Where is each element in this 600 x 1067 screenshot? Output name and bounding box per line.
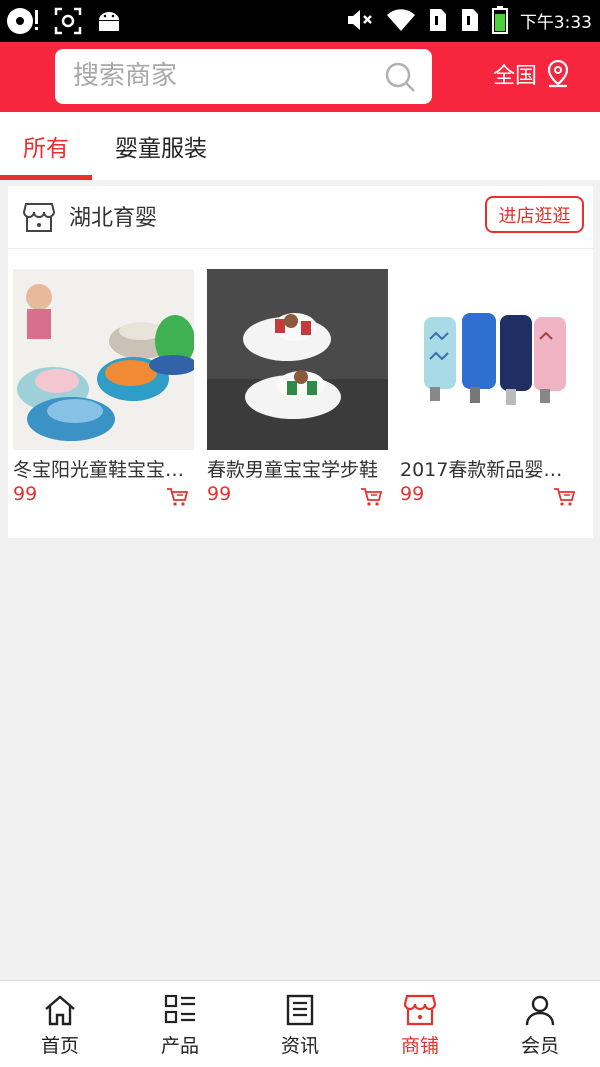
bottom-navigation: 首页 产品 资讯 商铺 会员 — [0, 980, 600, 1067]
tab-baby-clothing[interactable]: 婴童服装 — [100, 112, 222, 180]
cart-icon[interactable] — [360, 487, 382, 507]
product-image[interactable] — [207, 269, 388, 450]
visit-shop-button[interactable]: 进店逛逛 — [485, 196, 584, 233]
product-image[interactable] — [400, 269, 581, 450]
product-price: 99 — [13, 483, 38, 505]
list-icon — [164, 994, 195, 1024]
product-price: 99 — [400, 483, 425, 505]
shop-header: 湖北育婴 进店逛逛 — [8, 186, 593, 249]
android-icon — [99, 12, 119, 31]
product-name: 冬宝阳光童鞋宝宝学步鞋 — [13, 459, 194, 481]
sim2-icon — [461, 9, 478, 31]
nav-news[interactable]: 资讯 — [240, 981, 360, 1067]
shop-icon — [22, 203, 56, 232]
cart-icon[interactable] — [166, 487, 188, 507]
nav-home[interactable]: 首页 — [0, 981, 120, 1067]
search-icon[interactable] — [384, 61, 416, 93]
nav-products-label: 产品 — [160, 1035, 199, 1057]
header-bar: 全国 — [0, 42, 600, 112]
status-time: 下午3:33 — [519, 12, 592, 33]
product-card[interactable]: 春款男童宝宝学步鞋 99 — [207, 269, 388, 519]
status-bar: 下午3:33 — [0, 0, 600, 42]
store-icon — [403, 994, 437, 1026]
product-card[interactable]: 冬宝阳光童鞋宝宝学步鞋 99 — [13, 269, 194, 519]
product-price: 99 — [207, 483, 232, 505]
product-image[interactable] — [13, 269, 194, 450]
sim1-icon — [429, 9, 446, 31]
cart-icon[interactable] — [553, 487, 575, 507]
category-tabs: 所有 婴童服装 — [0, 112, 600, 180]
notification-dot-icon — [7, 8, 38, 34]
user-icon — [525, 995, 555, 1026]
product-card[interactable]: 2017春款新品婴儿连体衣 99 — [400, 269, 581, 519]
product-name: 春款男童宝宝学步鞋 — [207, 459, 379, 481]
nav-products[interactable]: 产品 — [120, 981, 240, 1067]
location-pin-icon — [547, 59, 569, 88]
wifi-icon — [386, 9, 415, 31]
nav-home-label: 首页 — [40, 1035, 79, 1057]
product-name: 2017春款新品婴儿连体衣 — [400, 459, 581, 481]
nav-stores[interactable]: 商铺 — [360, 981, 480, 1067]
shop-card: 湖北育婴 进店逛逛 冬宝阳光童鞋宝宝学步鞋 99 — [8, 186, 593, 538]
nav-member[interactable]: 会员 — [480, 981, 600, 1067]
home-icon — [45, 995, 75, 1026]
screenshot-icon — [54, 7, 82, 35]
region-selector[interactable]: 全国 — [493, 58, 573, 90]
nav-news-label: 资讯 — [280, 1035, 319, 1057]
search-input[interactable] — [73, 57, 373, 95]
region-label: 全国 — [493, 64, 538, 89]
tab-all[interactable]: 所有 — [0, 112, 92, 180]
news-icon — [286, 994, 314, 1026]
battery-icon — [491, 6, 508, 34]
mute-icon — [347, 10, 372, 30]
nav-member-label: 会员 — [520, 1035, 559, 1057]
nav-stores-label: 商铺 — [400, 1035, 439, 1057]
shop-name: 湖北育婴 — [69, 206, 158, 231]
search-box[interactable] — [55, 49, 432, 104]
product-list: 冬宝阳光童鞋宝宝学步鞋 99 — [8, 269, 593, 519]
